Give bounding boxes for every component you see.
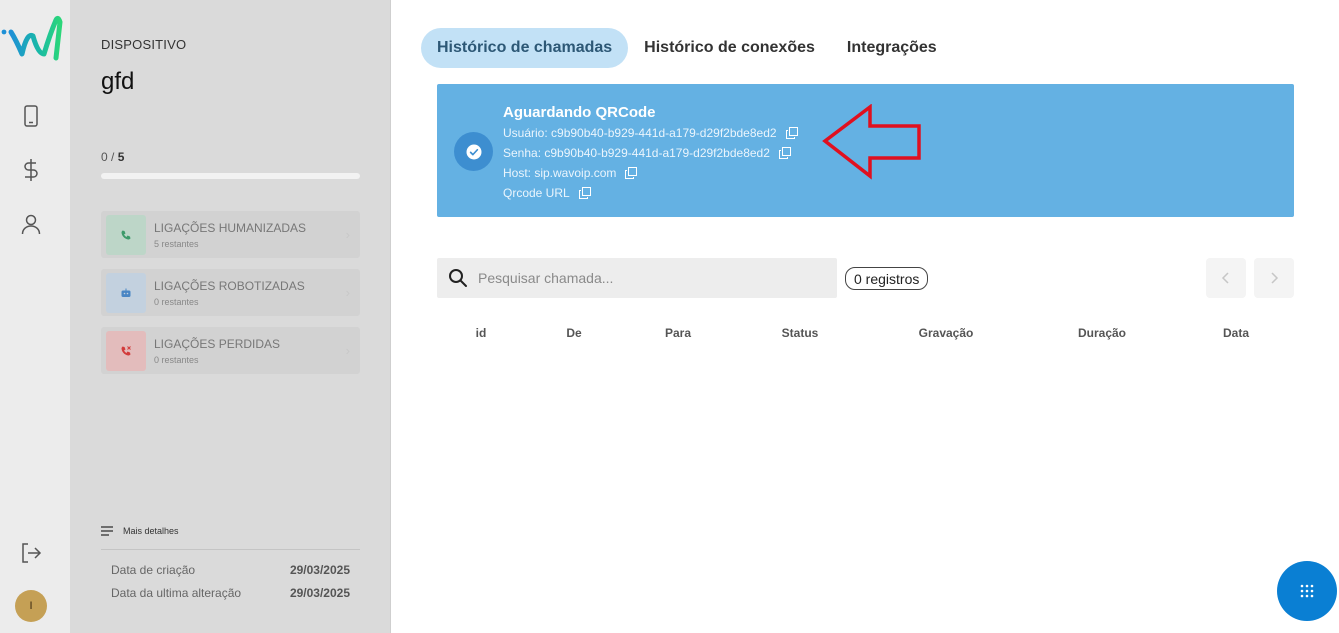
prev-page-button[interactable] bbox=[1206, 258, 1246, 298]
app-root: I DISPOSITIVO gfd 0 / 5 LIGAÇÕES HUMANIZ… bbox=[0, 0, 1339, 633]
usage-separator: / bbox=[107, 150, 118, 164]
usage-used: 0 bbox=[101, 150, 108, 164]
column-header-duration[interactable]: Duração bbox=[1078, 326, 1126, 340]
device-name: gfd bbox=[101, 68, 135, 95]
usage-counter: 0 / 5 bbox=[101, 150, 124, 164]
next-page-button[interactable] bbox=[1254, 258, 1294, 298]
column-header-status[interactable]: Status bbox=[782, 326, 819, 340]
banner-host-row: Host: sip.wavoip.com bbox=[503, 166, 638, 180]
column-header-from[interactable]: De bbox=[566, 326, 581, 340]
call-search-bar bbox=[437, 258, 837, 298]
logout-icon[interactable] bbox=[19, 541, 43, 565]
chevron-right-icon: › bbox=[345, 285, 350, 300]
tab-call-history[interactable]: Histórico de chamadas bbox=[421, 28, 629, 68]
dialpad-icon bbox=[1300, 584, 1314, 598]
chevron-left-icon bbox=[1221, 272, 1229, 284]
card-subtitle: 0 restantes bbox=[154, 355, 199, 365]
details-lines-icon bbox=[101, 526, 113, 536]
tab-connection-history[interactable]: Histórico de conexões bbox=[628, 28, 831, 68]
phone-icon[interactable] bbox=[19, 104, 43, 128]
divider bbox=[101, 549, 360, 550]
card-title: LIGAÇÕES PERDIDAS bbox=[154, 337, 281, 351]
banner-host: Host: sip.wavoip.com bbox=[503, 166, 617, 180]
card-title: LIGAÇÕES ROBOTIZADAS bbox=[154, 279, 305, 293]
updated-date-row: Data da ultima alteração 29/03/2025 bbox=[111, 586, 350, 600]
banner-user: Usuário: c9b90b40-b929-441d-a179-d29f2bd… bbox=[503, 126, 777, 140]
card-humanized-calls[interactable]: LIGAÇÕES HUMANIZADAS 5 restantes › bbox=[101, 211, 360, 258]
card-robot-calls[interactable]: LIGAÇÕES ROBOTIZADAS 0 restantes › bbox=[101, 269, 360, 316]
wavoip-logo[interactable] bbox=[0, 14, 66, 64]
column-header-id[interactable]: id bbox=[476, 326, 487, 340]
usage-progress-bar bbox=[101, 173, 360, 179]
updated-label: Data da ultima alteração bbox=[111, 586, 242, 600]
created-date-row: Data de criação 29/03/2025 bbox=[111, 563, 350, 577]
copy-icon[interactable] bbox=[785, 127, 798, 139]
column-header-to[interactable]: Para bbox=[665, 326, 691, 340]
more-details-label: Mais detalhes bbox=[123, 526, 179, 536]
red-arrow-annotation bbox=[822, 104, 921, 180]
column-header-date[interactable]: Data bbox=[1223, 326, 1249, 340]
device-label: DISPOSITIVO bbox=[101, 37, 187, 52]
updated-value: 29/03/2025 bbox=[289, 586, 350, 600]
more-details[interactable]: Mais detalhes bbox=[101, 526, 360, 536]
chevron-right-icon bbox=[1271, 272, 1279, 284]
chevron-right-icon: › bbox=[345, 227, 350, 242]
device-panel: DISPOSITIVO gfd 0 / 5 LIGAÇÕES HUMANIZAD… bbox=[70, 0, 391, 633]
tab-integrations[interactable]: Integrações bbox=[831, 28, 953, 68]
tab-bar: Histórico de chamadas Histórico de conex… bbox=[421, 28, 953, 68]
robot-icon bbox=[121, 288, 131, 297]
banner-password-row: Senha: c9b90b40-b929-441d-a179-d29f2bde8… bbox=[503, 146, 791, 160]
banner-title: Aguardando QRCode bbox=[503, 104, 656, 121]
card-missed-calls[interactable]: LIGAÇÕES PERDIDAS 0 restantes › bbox=[101, 327, 360, 374]
column-header-recording[interactable]: Gravação bbox=[919, 326, 974, 340]
card-icon-box bbox=[106, 331, 146, 371]
missed-call-icon bbox=[121, 346, 131, 356]
created-value: 29/03/2025 bbox=[289, 563, 350, 577]
banner-qrcode-row: Qrcode URL bbox=[503, 186, 591, 200]
dialpad-fab-button[interactable] bbox=[1277, 561, 1337, 621]
created-label: Data de criação bbox=[111, 563, 196, 577]
avatar[interactable]: I bbox=[15, 590, 47, 622]
card-icon-box bbox=[106, 273, 146, 313]
copy-icon[interactable] bbox=[625, 167, 638, 179]
card-subtitle: 0 restantes bbox=[154, 297, 199, 307]
check-circle-icon bbox=[454, 132, 493, 171]
card-subtitle: 5 restantes bbox=[154, 239, 199, 249]
copy-icon[interactable] bbox=[778, 147, 791, 159]
banner-qrcode[interactable]: Qrcode URL bbox=[503, 186, 570, 200]
search-input[interactable] bbox=[478, 270, 818, 286]
calls-table-header: id De Para Status Gravação Duração Data bbox=[437, 326, 1294, 342]
left-rail: I bbox=[0, 0, 70, 633]
copy-icon[interactable] bbox=[578, 187, 591, 199]
banner-password: Senha: c9b90b40-b929-441d-a179-d29f2bde8… bbox=[503, 146, 770, 160]
records-count-badge: 0 registros bbox=[845, 267, 929, 290]
usage-total: 5 bbox=[117, 150, 125, 164]
dollar-icon[interactable] bbox=[19, 158, 43, 182]
user-icon[interactable] bbox=[19, 212, 43, 236]
card-icon-box bbox=[106, 215, 146, 255]
chevron-right-icon: › bbox=[345, 343, 350, 358]
banner-user-row: Usuário: c9b90b40-b929-441d-a179-d29f2bd… bbox=[503, 126, 798, 140]
card-title: LIGAÇÕES HUMANIZADAS bbox=[154, 221, 307, 235]
phone-call-icon bbox=[121, 230, 131, 240]
search-icon bbox=[449, 269, 467, 287]
